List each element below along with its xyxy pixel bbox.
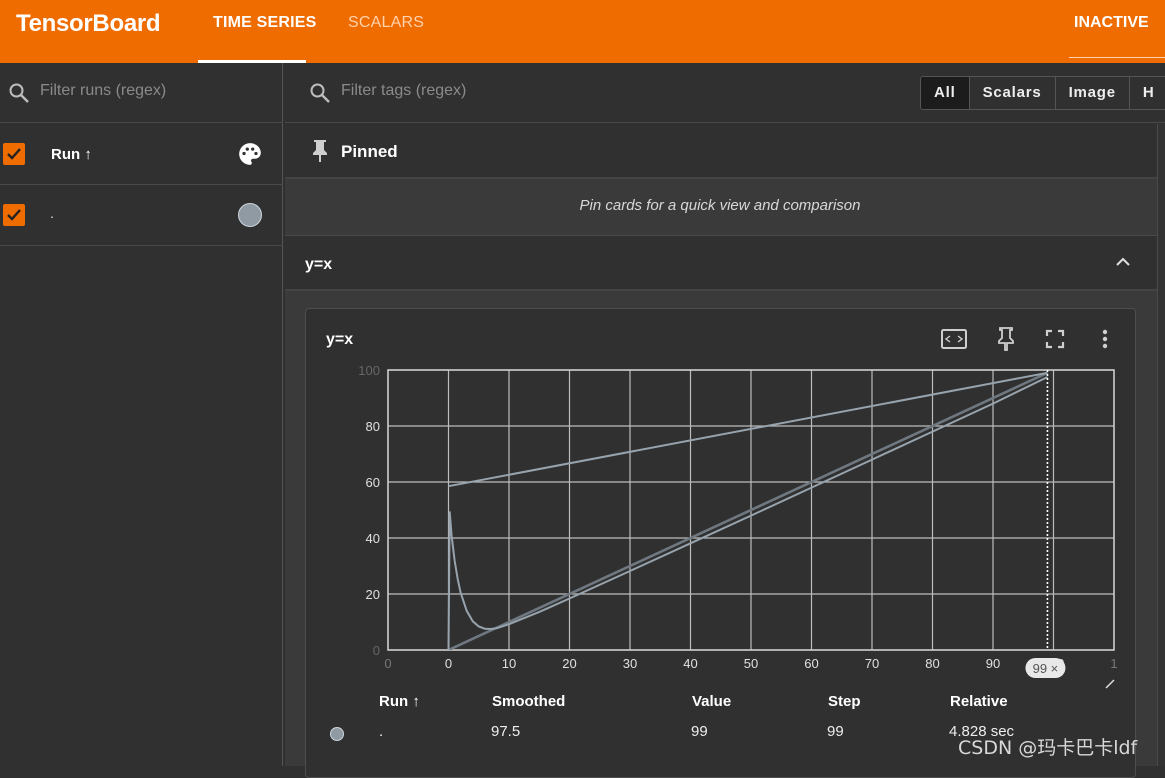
card-group-body: y=x 001020304050607080901001020406080100…	[285, 291, 1157, 778]
table-cell-value: 99	[691, 723, 708, 740]
step-cursor-label: 99 ×	[1033, 661, 1059, 676]
x-tick-label: 70	[865, 656, 879, 671]
card-type-filter: All Scalars Image H	[920, 76, 1165, 110]
tag-filter-input[interactable]	[341, 82, 641, 100]
run-name: .	[50, 205, 54, 221]
table-header-run[interactable]: Run ↑	[379, 693, 420, 710]
pin-icon	[313, 140, 327, 162]
table-header-step[interactable]: Step	[828, 693, 861, 710]
chevron-up-icon[interactable]	[1111, 250, 1135, 274]
runs-sidebar: Run ↑ .	[0, 63, 283, 766]
resize-handle-icon	[1105, 679, 1115, 689]
run-row: .	[0, 185, 283, 246]
filter-all-button[interactable]: All	[921, 77, 970, 109]
table-header-smoothed[interactable]: Smoothed	[492, 693, 565, 710]
table-cell-run: .	[379, 723, 384, 740]
run-checkbox[interactable]	[3, 204, 25, 226]
y-tick-label: 40	[366, 531, 380, 546]
run-color-dot	[330, 727, 344, 741]
filter-image-button[interactable]: Image	[1055, 77, 1130, 109]
tab-scalars[interactable]: SCALARS	[348, 14, 424, 32]
app-title: TensorBoard	[16, 10, 161, 37]
x-tick-label: 30	[623, 656, 637, 671]
filter-scalars-button[interactable]: Scalars	[969, 77, 1056, 109]
card-group-header[interactable]: y=x	[285, 236, 1157, 291]
tab-time-series[interactable]: TIME SERIES	[213, 14, 317, 32]
y-tick-label: 0	[373, 643, 380, 658]
x-tick-label: 60	[804, 656, 818, 671]
y-tick-label: 60	[366, 475, 380, 490]
group-title: y=x	[305, 256, 333, 273]
line-chart[interactable]: 00102030405060708090100102040608010099 ×	[306, 349, 1136, 689]
x-tick-label: 90	[986, 656, 1000, 671]
series-line-connector	[448, 371, 1048, 488]
search-icon	[9, 83, 29, 103]
table-cell-smoothed: 97.5	[491, 723, 521, 740]
runs-table-header: Run ↑	[0, 124, 283, 185]
pinned-title: Pinned	[341, 142, 398, 161]
run-column-header[interactable]: Run ↑	[51, 146, 92, 163]
watermark: CSDN @玛卡巴卡ldf	[958, 737, 1138, 759]
x-tick-label: 0	[384, 656, 391, 671]
x-tick-label: 40	[683, 656, 697, 671]
check-icon	[7, 148, 21, 160]
table-header-relative[interactable]: Relative	[950, 693, 1008, 710]
card-title: y=x	[326, 331, 354, 348]
pinned-empty-state: Pin cards for a quick view and compariso…	[285, 179, 1157, 236]
y-tick-label: 20	[366, 587, 380, 602]
x-tick-label: 10	[502, 656, 516, 671]
search-icon	[310, 83, 330, 103]
y-tick-label: 80	[366, 419, 380, 434]
x-tick-label: 1	[1110, 656, 1117, 671]
reload-status-button[interactable]: INACTIVE	[1074, 14, 1149, 32]
scrollbar[interactable]	[1157, 124, 1165, 766]
run-filter-input[interactable]	[40, 82, 270, 100]
scalar-card: y=x 001020304050607080901001020406080100…	[305, 308, 1136, 778]
x-tick-label: 50	[744, 656, 758, 671]
x-tick-label: 20	[562, 656, 576, 671]
reload-divider	[1069, 57, 1165, 58]
run-filter-row	[0, 63, 283, 123]
pinned-empty-text: Pin cards for a quick view and compariso…	[579, 197, 861, 214]
main-panel: All Scalars Image H Pinned Pin cards for…	[285, 63, 1165, 778]
check-icon	[7, 209, 21, 221]
palette-icon[interactable]	[237, 141, 263, 167]
filter-histogram-button[interactable]: H	[1129, 77, 1165, 109]
pinned-section-header: Pinned	[285, 124, 1165, 179]
y-tick-label: 100	[358, 363, 380, 378]
x-tick-label: 0	[445, 656, 452, 671]
table-cell-step: 99	[827, 723, 844, 740]
top-app-bar: TensorBoard TIME SERIES SCALARS INACTIVE	[0, 0, 1165, 63]
x-tick-label: 80	[925, 656, 939, 671]
run-color-swatch[interactable]	[238, 203, 262, 227]
select-all-checkbox[interactable]	[3, 143, 25, 165]
series-line-raw	[447, 371, 1049, 650]
table-header-value[interactable]: Value	[692, 693, 731, 710]
tag-filter-row: All Scalars Image H	[285, 63, 1165, 123]
